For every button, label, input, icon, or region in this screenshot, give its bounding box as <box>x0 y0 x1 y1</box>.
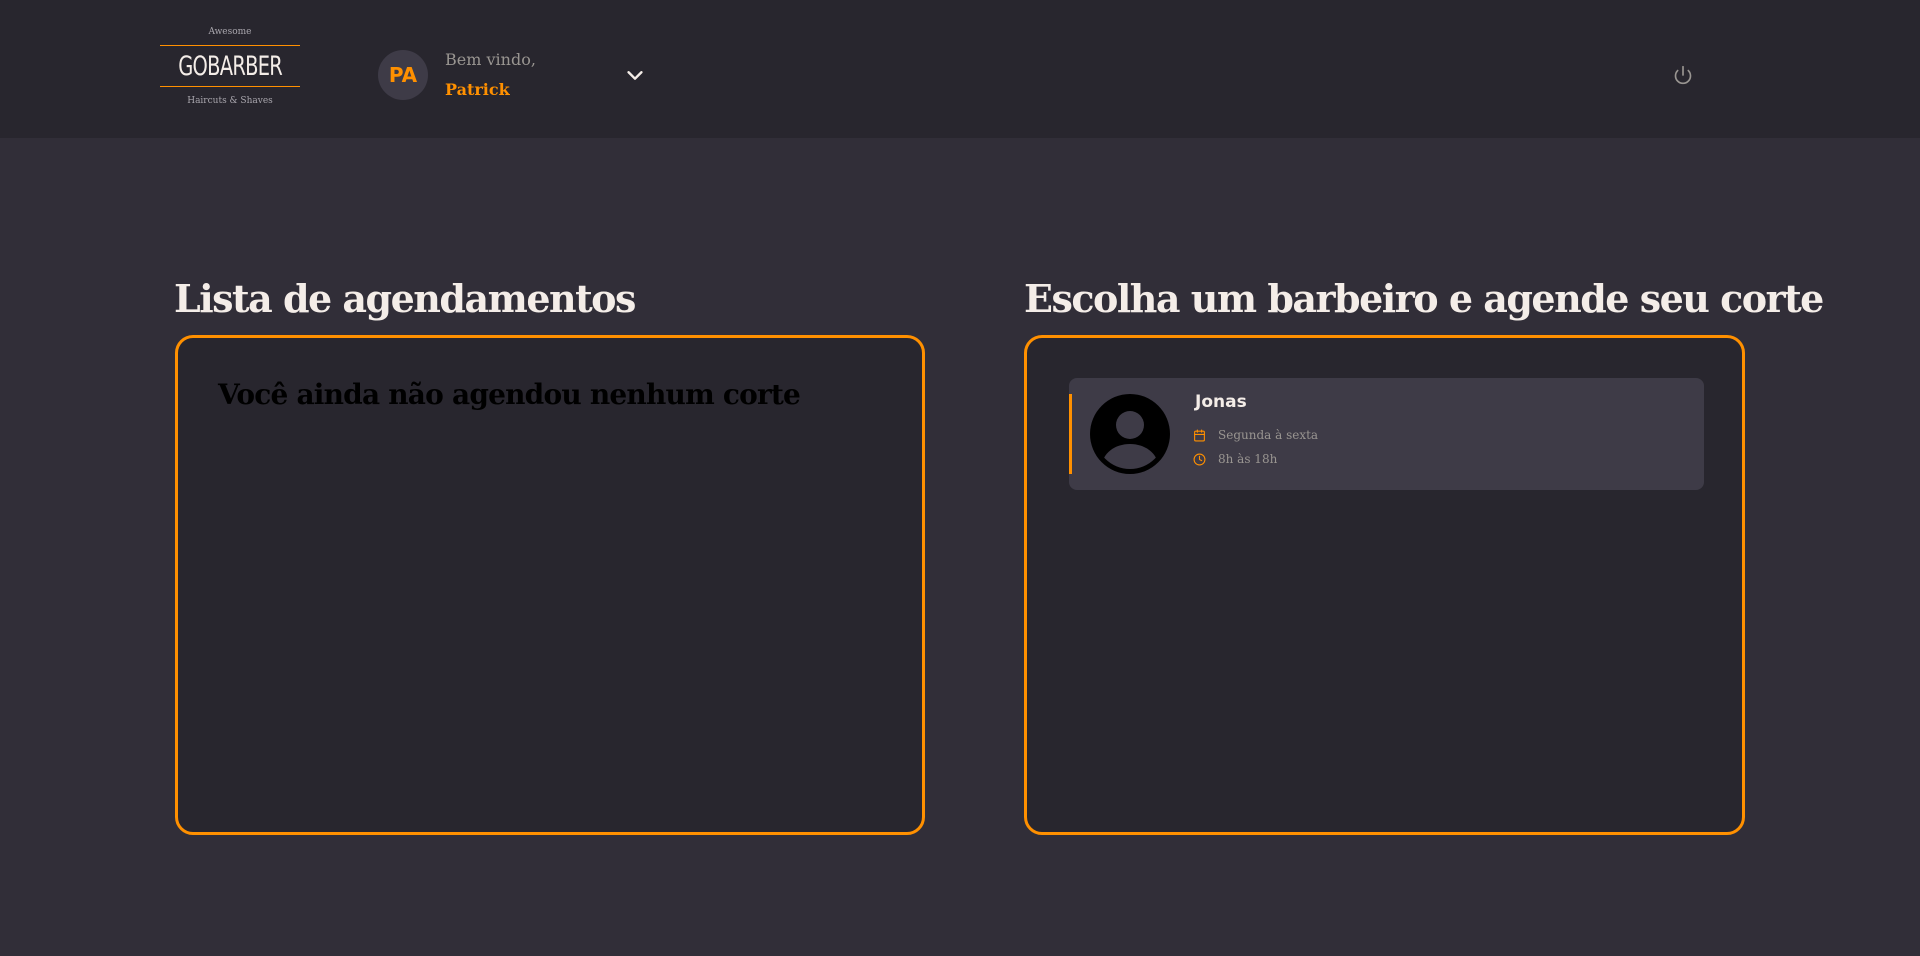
welcome-label: Bem vindo, <box>445 50 536 69</box>
logo-main: GOBARBER <box>160 46 300 86</box>
logo-brand: GOBARBER <box>178 50 283 82</box>
barbers-title: Escolha um barbeiro e agende seu corte <box>1024 276 1824 321</box>
logo-divider-bottom <box>160 86 300 87</box>
clock-icon <box>1192 452 1206 466</box>
barber-card-accent <box>1069 394 1072 474</box>
barber-days: Segunda à sexta <box>1192 428 1318 442</box>
welcome-block: Bem vindo, Patrick <box>445 50 536 100</box>
barber-hours: 8h às 18h <box>1192 452 1277 466</box>
gobarber-logo[interactable]: Awesome GOBARBER Haircuts & Shaves <box>160 26 300 114</box>
empty-appointments-message: Você ainda não agendou nenhum corte <box>218 378 801 411</box>
barber-card[interactable]: Jonas Segunda à sexta 8h às 18h <box>1069 378 1704 490</box>
user-avatar-icon <box>1090 394 1170 474</box>
appointments-panel: Você ainda não agendou nenhum corte <box>175 335 925 835</box>
logo-bottom-text: Haircuts & Shaves <box>187 96 273 106</box>
logout-button[interactable] <box>1670 62 1696 88</box>
calendar-icon <box>1192 428 1206 442</box>
app-header: Awesome GOBARBER Haircuts & Shaves PA Be… <box>0 0 1920 138</box>
user-profile[interactable]: PA Bem vindo, Patrick <box>378 50 536 100</box>
logo-top-text: Awesome <box>208 27 252 37</box>
barber-name: Jonas <box>1195 392 1247 412</box>
power-icon <box>1674 65 1692 85</box>
barber-days-text: Segunda à sexta <box>1218 428 1319 442</box>
barbers-panel: Jonas Segunda à sexta 8h às 18h <box>1024 335 1745 835</box>
user-name-link[interactable]: Patrick <box>445 80 536 100</box>
chevron-down-icon <box>627 71 643 80</box>
appointments-title: Lista de agendamentos <box>174 276 636 321</box>
profile-menu-button[interactable] <box>622 62 648 88</box>
avatar[interactable]: PA <box>378 50 428 100</box>
barber-hours-text: 8h às 18h <box>1218 452 1278 466</box>
